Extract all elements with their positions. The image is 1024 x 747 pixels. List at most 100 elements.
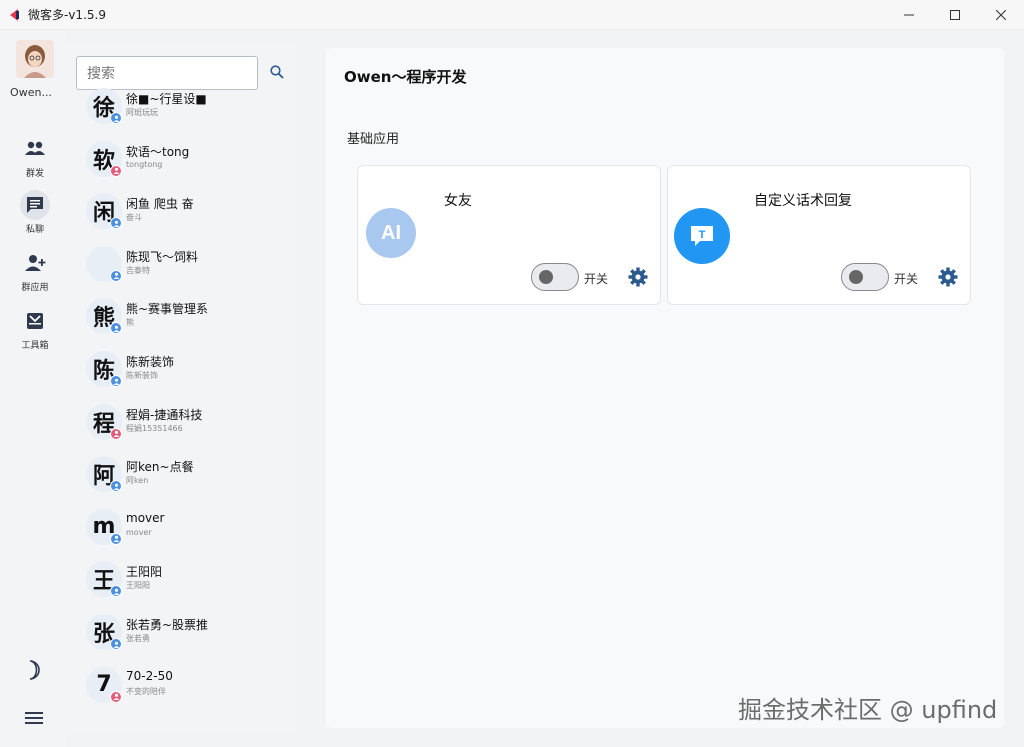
contact-subtitle: 阿ken — [126, 476, 149, 486]
rail-item-group-send[interactable]: 群发 — [0, 134, 70, 179]
contact-name: 闲鱼 爬虫 奋 — [126, 197, 194, 212]
contact-subtitle: 不变的陪伴 — [126, 686, 166, 696]
page-title: Owen～程序开发 — [344, 68, 467, 86]
toggle-label: 开关 — [894, 272, 919, 286]
contact-subtitle: 奋斗 — [126, 213, 142, 223]
gear-icon — [628, 267, 648, 287]
theme-toggle-button[interactable] — [24, 660, 42, 684]
list-item[interactable]: 阿阿ken~点餐 阿ken — [86, 452, 296, 504]
window-controls — [886, 0, 1024, 30]
list-item[interactable]: m mover mover — [86, 505, 296, 557]
user-badge-icon — [110, 217, 122, 230]
enable-toggle[interactable] — [531, 263, 579, 291]
list-item[interactable]: 熊熊~赛事管理系熊 — [86, 294, 296, 346]
toggle-knob — [539, 270, 553, 284]
text-reply-icon: T — [674, 208, 730, 264]
rail-item-toolbox[interactable]: 工具箱 — [0, 306, 70, 351]
main-panel: Owen～程序开发 基础应用 女友 AI 开关 自定义话术回复 T 开关 — [326, 48, 1004, 728]
contact-subtitle: 陈新装饰 — [126, 371, 158, 380]
list-item[interactable]: 张张若勇~股票推 张若勇 — [86, 610, 296, 662]
contact-list-panel: 徐徐■~行星设■阿斑玩玩软软语～tongtongtong闲闲鱼 爬虫 奋奋斗陈现… — [66, 44, 296, 734]
contact-subtitle: tongtong — [126, 159, 163, 169]
contact-name: 陈新装饰 — [126, 355, 175, 369]
contact-initial: 7 — [96, 672, 112, 698]
menu-button[interactable] — [25, 710, 43, 729]
text-reply-icon-text: T — [699, 229, 706, 241]
user-badge-icon — [110, 112, 122, 124]
minimize-button[interactable] — [886, 0, 932, 30]
watermark: 掘金技术社区 @ upfind — [738, 696, 998, 724]
contact-name: 软语～tong — [126, 144, 190, 159]
contact-name: 程娟-捷通科技 — [126, 407, 203, 422]
search-button[interactable] — [270, 64, 284, 83]
contact-subtitle: 王阳阳 — [126, 581, 150, 591]
avatar[interactable] — [16, 40, 54, 78]
section-title: 基础应用 — [347, 132, 400, 147]
rail-item-group-apps[interactable]: 群应用 — [0, 248, 70, 293]
list-item[interactable]: 陈现飞～饲料 吉泰特 — [86, 242, 296, 294]
group-icon — [20, 134, 50, 164]
contact-subtitle: 阿斑玩玩 — [126, 108, 158, 117]
user-name: Owen... — [10, 86, 52, 99]
user-badge-icon — [110, 585, 122, 598]
avatar-image — [16, 40, 54, 78]
contact-name: 王阳阳 — [126, 565, 163, 580]
ai-icon-text: AI — [381, 221, 401, 244]
rail-item-label: 工具箱 — [21, 341, 49, 351]
rail-item-private-chat[interactable]: 私聊 — [0, 190, 70, 235]
list-item[interactable]: 软软语～tong tongtong — [86, 137, 296, 189]
list-item[interactable]: 王王阳阳 王阳阳 — [86, 557, 296, 609]
enable-toggle[interactable] — [841, 263, 889, 291]
moon-icon — [29, 660, 40, 680]
title-bar: 微客多-v1.5.9 — [0, 0, 1024, 30]
user-badge-icon — [110, 322, 122, 335]
chat-icon — [20, 190, 50, 220]
settings-button[interactable] — [938, 267, 958, 291]
rail-item-label: 群发 — [25, 169, 44, 179]
app-logo-icon — [10, 8, 22, 22]
close-icon — [996, 10, 1006, 20]
contact-name: 张若勇~股票推 — [126, 618, 209, 632]
contact-name: 陈现飞～饲料 — [126, 249, 199, 264]
settings-button[interactable] — [628, 267, 648, 291]
add-user-icon — [20, 248, 50, 278]
user-badge-icon — [110, 638, 122, 650]
ai-icon: AI — [366, 208, 416, 258]
user-badge-icon — [110, 480, 122, 493]
list-item[interactable]: 闲闲鱼 爬虫 奋奋斗 — [86, 189, 296, 241]
contact-name: 阿ken~点餐 — [126, 460, 194, 475]
user-badge-icon — [110, 269, 122, 282]
contact-name: 70-2-50 — [126, 668, 173, 683]
list-item[interactable]: 徐徐■~行星设■ 阿斑玩玩 — [86, 84, 296, 136]
window-title: 微客多-v1.5.9 — [28, 8, 106, 22]
close-button[interactable] — [978, 0, 1024, 30]
app-card-custom-reply[interactable]: 自定义话术回复 T 开关 — [667, 165, 971, 305]
maximize-button[interactable] — [932, 0, 978, 30]
contact-subtitle: 张若勇 — [126, 634, 150, 643]
rail-item-label: 群应用 — [21, 283, 49, 293]
list-item[interactable]: 7 70-2-50 不变的陪伴 — [86, 663, 296, 715]
list-item[interactable]: 陈陈新装饰 陈新装饰 — [86, 347, 296, 399]
search-icon — [270, 65, 284, 79]
list-item[interactable]: 程程娟-捷通科技 程娟15351466 — [86, 400, 296, 452]
rail-item-label: 私聊 — [25, 225, 44, 235]
left-rail: Owen... 群发 私聊 群应用 工具箱 — [0, 30, 66, 747]
contact-subtitle: 程娟15351466 — [126, 423, 183, 433]
contact-name: mover — [126, 510, 165, 525]
contact-subtitle: mover — [126, 527, 152, 537]
card-title: 自定义话术回复 — [754, 193, 852, 209]
toggle-label: 开关 — [584, 272, 609, 286]
card-title: 女友 — [444, 193, 472, 209]
user-badge-icon — [110, 532, 122, 545]
app-card-girlfriend[interactable]: 女友 AI 开关 — [357, 165, 661, 305]
toolbox-icon — [20, 306, 50, 336]
minimize-icon — [904, 14, 914, 16]
contact-name: 熊~赛事管理系 — [126, 302, 209, 317]
contact-subtitle: 吉泰特 — [126, 265, 150, 275]
user-badge-icon — [110, 690, 122, 703]
gear-icon — [938, 267, 958, 287]
maximize-icon — [950, 10, 960, 20]
user-badge-icon — [110, 427, 122, 440]
user-badge-icon — [110, 164, 122, 177]
contact-name: 徐■~行星设■ — [126, 92, 207, 106]
